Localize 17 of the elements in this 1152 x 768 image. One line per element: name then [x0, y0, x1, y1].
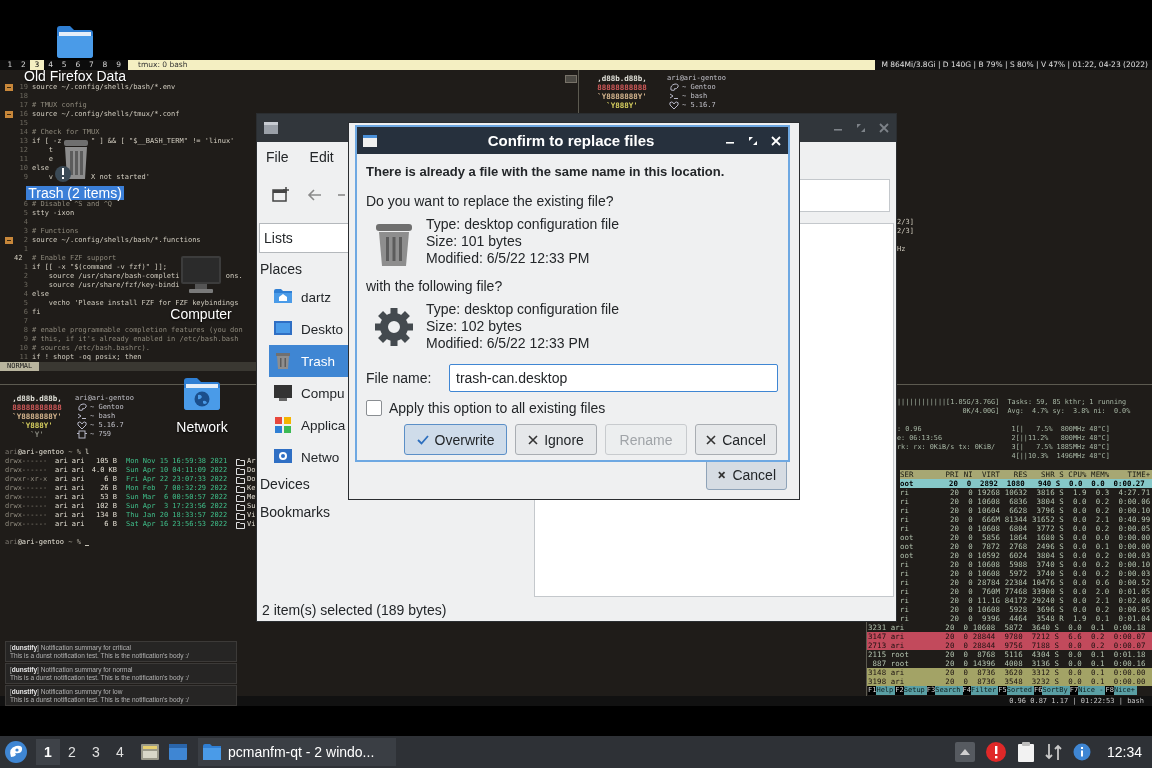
modified-text: Modified: 6/5/22 12:33 PM: [426, 335, 591, 352]
dialog-button: Rename: [605, 424, 687, 455]
field-label: File name:: [366, 370, 433, 386]
file-type-text: Type: desktop configuration file: [426, 216, 619, 233]
heading-text: There is already a file with the same name in this location.: [366, 164, 726, 181]
checkbox-label: Apply this option to all existing files: [389, 400, 606, 416]
section-header: Places: [259, 260, 304, 279]
file-size-text: Size: 102 bytes: [426, 318, 523, 335]
modified-text: Modified: 6/5/22 12:33 PM: [426, 250, 591, 267]
question-text: Do you want to replace the existing file?: [366, 193, 615, 210]
status-text: 2 item(s) selected (189 bytes): [261, 601, 448, 620]
section-header: Bookmarks: [259, 503, 332, 522]
section-header: Devices: [259, 475, 311, 494]
file-type-text: Type: desktop configuration file: [426, 301, 619, 318]
file-size-text: Size: 101 bytes: [426, 233, 523, 250]
dialog-title: Confirm to replace files: [486, 132, 656, 149]
question-text: with the following file?: [366, 278, 504, 295]
